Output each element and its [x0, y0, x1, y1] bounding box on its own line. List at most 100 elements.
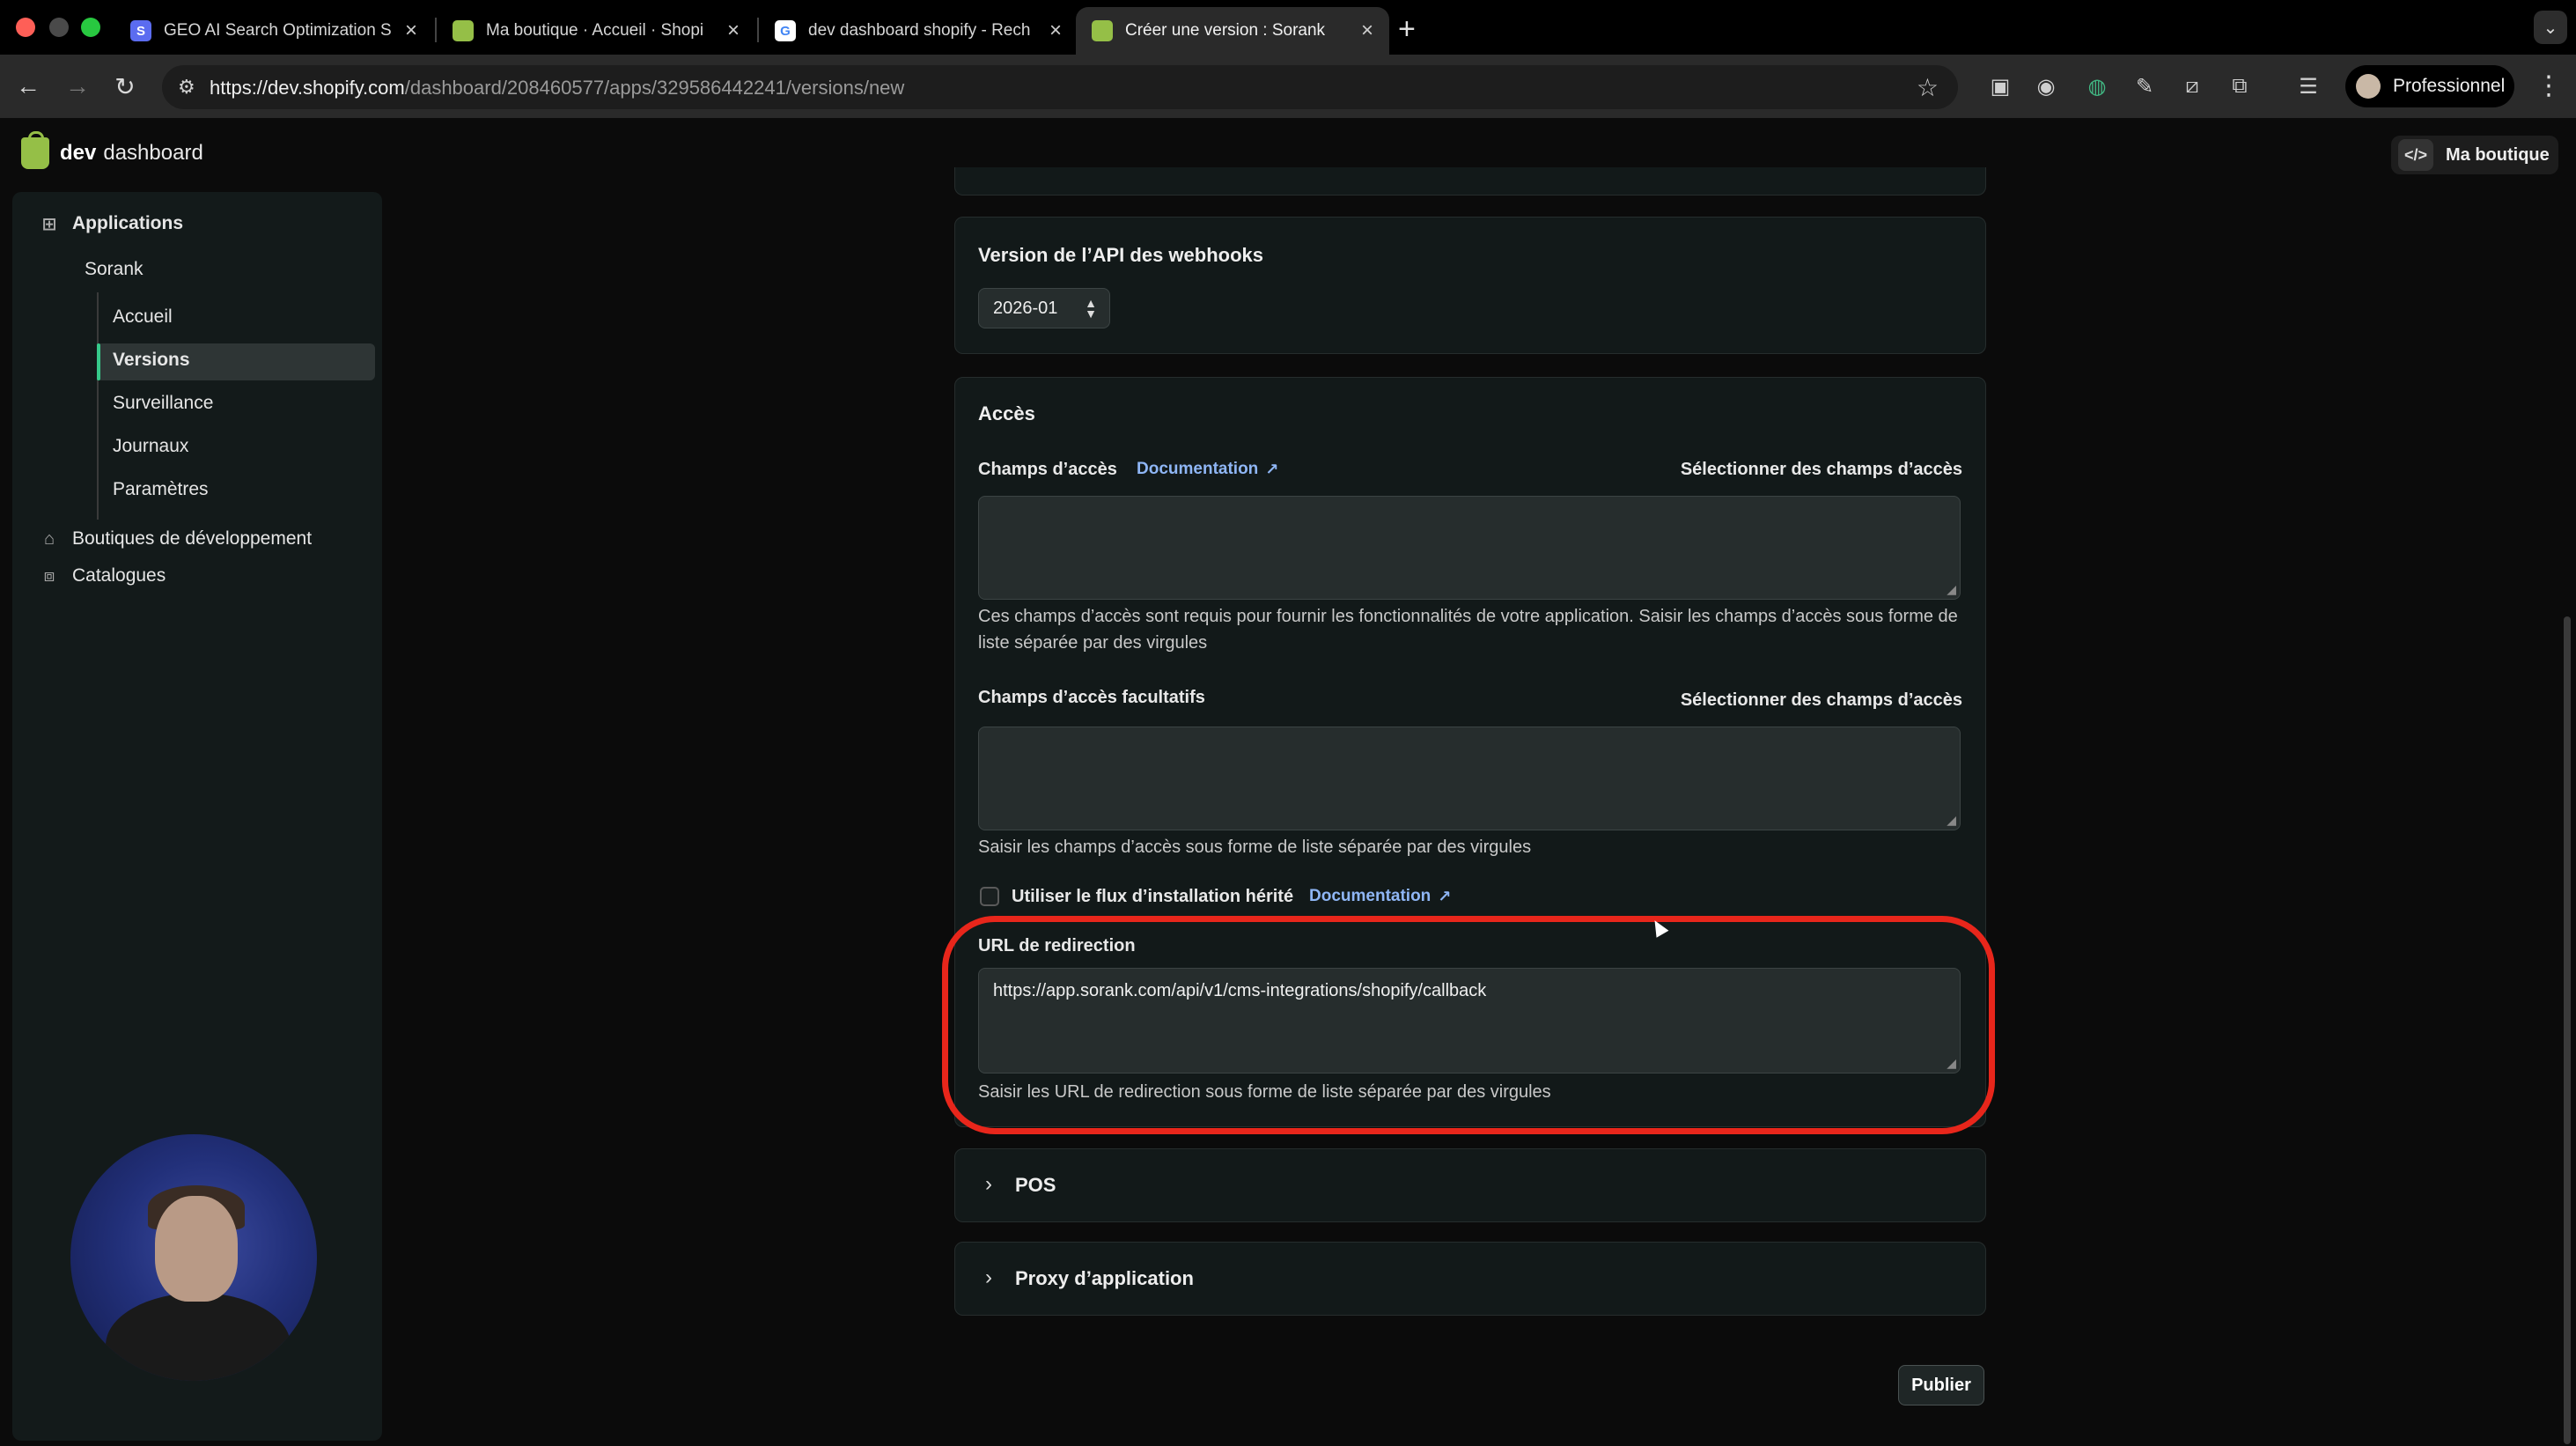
sidebar-item-label: Versions: [113, 350, 190, 370]
close-tab-icon[interactable]: ×: [727, 18, 740, 43]
sidebar-item-label: Paramètres: [113, 479, 209, 499]
optional-scopes-help-text: Saisir les champs d’accès sous forme de …: [978, 837, 1532, 857]
webhooks-api-card: Version de l’API des webhooks 2026-01 ▲ ▼: [954, 217, 1986, 354]
window-close-button[interactable]: [16, 18, 35, 37]
profile-label: Professionnel: [2393, 76, 2506, 96]
browser-tab[interactable]: Ma boutique · Accueil · Shopi ×: [437, 7, 755, 55]
camera-extension-icon[interactable]: ◉: [2032, 72, 2060, 100]
tab-title: Créer une version : Sorank: [1125, 21, 1326, 40]
shopify-favicon-icon: [1092, 20, 1113, 41]
dev-dashboard-logo[interactable]: dev dashboard: [21, 131, 203, 169]
legacy-documentation-link[interactable]: Documentation ↗: [1309, 887, 1451, 906]
tab-title: GEO AI Search Optimization S: [164, 21, 392, 40]
sidebar-item-versions[interactable]: Versions: [113, 350, 190, 371]
window-minimize-button[interactable]: [49, 18, 69, 37]
browser-tab[interactable]: S GEO AI Search Optimization S ×: [114, 7, 433, 55]
scopes-label: Champs d’accès: [978, 460, 1117, 479]
back-arrow-icon[interactable]: ←: [12, 70, 44, 102]
tab-title: Ma boutique · Accueil · Shopi: [486, 21, 704, 40]
scopes-help-text: Ces champs d’accès sont requis pour four…: [978, 607, 1958, 653]
sidebar-item-label: Sorank: [85, 259, 144, 279]
select-scopes-button[interactable]: Sélectionner des champs d’accès: [1681, 460, 1962, 480]
legacy-install-label: Utiliser le flux d’installation hérité: [1012, 887, 1294, 906]
sidebar-item-applications[interactable]: ⊞ Applications: [39, 213, 183, 234]
browser-tab-active[interactable]: Créer une version : Sorank ×: [1076, 7, 1389, 55]
webhooks-version-select[interactable]: 2026-01 ▲ ▼: [978, 288, 1110, 328]
webhooks-card-title: Version de l’API des webhooks: [978, 244, 1263, 266]
catalog-icon: ⧈: [43, 565, 55, 586]
sorank-favicon-icon: S: [130, 20, 151, 41]
close-tab-icon[interactable]: ×: [405, 18, 417, 43]
external-link-icon: ↗: [1438, 887, 1452, 905]
select-optional-scopes-button[interactable]: Sélectionner des champs d’accès: [1681, 690, 1962, 711]
bookmark-star-icon[interactable]: ☆: [1917, 73, 1939, 102]
sidebar-item-label: Applications: [72, 213, 184, 233]
code-icon: </>: [2398, 139, 2433, 171]
sidebar-item-label: Accueil: [113, 306, 173, 327]
optional-scopes-label: Champs d’accès facultatifs: [978, 688, 1205, 707]
browser-toolbar: ← → ↻ ⚙ https://dev.shopify.com/dashboar…: [0, 55, 2576, 118]
select-arrows-icon: ▲ ▼: [1085, 296, 1097, 321]
legacy-install-checkbox[interactable]: [980, 887, 999, 906]
google-favicon-icon: G: [775, 20, 796, 41]
webcam-person-body: [106, 1293, 291, 1381]
url-path: /dashboard/208460577/apps/329586442241/v…: [404, 77, 905, 99]
url-host: https://dev.shopify.com: [210, 77, 405, 99]
store-button[interactable]: </> Ma boutique: [2391, 136, 2558, 174]
extension-icon[interactable]: ▣: [1986, 72, 2014, 100]
sidebar-item-journaux[interactable]: Journaux: [113, 436, 188, 457]
site-info-icon[interactable]: ⚙: [178, 76, 195, 99]
close-tab-icon[interactable]: ×: [1049, 18, 1062, 43]
browser-tab[interactable]: G dev dashboard shopify - Rech ×: [759, 7, 1078, 55]
reading-list-icon[interactable]: ☰: [2294, 72, 2322, 100]
select-value: 2026-01: [993, 298, 1058, 318]
avatar: [2356, 74, 2381, 99]
url-text[interactable]: https://dev.shopify.com/dashboard/208460…: [210, 77, 904, 100]
brand-rest: dashboard: [103, 141, 203, 165]
browser-tab-strip: S GEO AI Search Optimization S × Ma bout…: [0, 0, 2576, 55]
close-tab-icon[interactable]: ×: [1361, 18, 1373, 43]
profile-button[interactable]: Professionnel: [2345, 65, 2514, 107]
link-label: Documentation: [1309, 887, 1432, 905]
page-scrollbar[interactable]: [2564, 616, 2571, 1444]
sidebar-item-accueil[interactable]: Accueil: [113, 306, 173, 328]
sidebar-item-app-sorank[interactable]: Sorank: [85, 259, 144, 280]
resize-grip-icon[interactable]: ◢: [1947, 582, 1956, 597]
eyedropper-icon[interactable]: ✎: [2131, 72, 2159, 100]
reload-icon[interactable]: ↻: [109, 70, 141, 102]
forward-arrow-icon[interactable]: →: [62, 70, 93, 102]
tab-search-icon[interactable]: ⌄: [2534, 11, 2567, 44]
resize-grip-icon[interactable]: ◢: [1947, 813, 1956, 828]
sidebar-item-surveillance[interactable]: Surveillance: [113, 393, 213, 414]
browser-menu-icon[interactable]: ⋮: [2536, 70, 2562, 101]
access-card-title: Accès: [978, 402, 1035, 424]
slash-extension-icon[interactable]: ⧄: [2178, 72, 2206, 100]
store-label: Ma boutique: [2446, 144, 2550, 165]
pos-section-title: POS: [1015, 1174, 1056, 1196]
extension-badge-icon[interactable]: ◍: [2083, 72, 2111, 100]
webcam-person-face: [155, 1196, 238, 1302]
sidebar-item-label: Boutiques de développement: [72, 528, 313, 549]
sidebar-item-label: Catalogues: [72, 565, 166, 586]
app-proxy-section[interactable]: › Proxy d’application: [954, 1242, 1986, 1316]
sidebar-item-parametres[interactable]: Paramètres: [113, 479, 209, 500]
window-zoom-button[interactable]: [81, 18, 100, 37]
link-label: Documentation: [1137, 460, 1259, 478]
sidebar-item-catalogs[interactable]: ⧈ Catalogues: [39, 565, 166, 587]
shopify-bag-icon: [21, 131, 49, 169]
pos-section[interactable]: › POS: [954, 1148, 1986, 1222]
scopes-textarea[interactable]: ◢: [978, 496, 1961, 600]
publish-button[interactable]: Publier: [1898, 1365, 1984, 1405]
scopes-documentation-link[interactable]: Documentation ↗: [1137, 460, 1278, 479]
address-bar[interactable]: ⚙ https://dev.shopify.com/dashboard/2084…: [162, 65, 1958, 109]
sidebar-item-label: Surveillance: [113, 393, 214, 413]
redirect-url-highlight-annotation: [942, 916, 1995, 1134]
sidebar-item-dev-stores[interactable]: ⌂ Boutiques de développement: [39, 528, 312, 550]
sidebar-tree-line: [97, 292, 99, 520]
optional-scopes-textarea[interactable]: ◢: [978, 727, 1961, 830]
webcam-overlay: [70, 1134, 317, 1381]
previous-card-edge: [954, 167, 1986, 196]
puzzle-extensions-icon[interactable]: ⧉: [2226, 72, 2254, 100]
apps-grid-icon: ⊞: [41, 214, 57, 234]
new-tab-icon[interactable]: +: [1398, 12, 1416, 47]
